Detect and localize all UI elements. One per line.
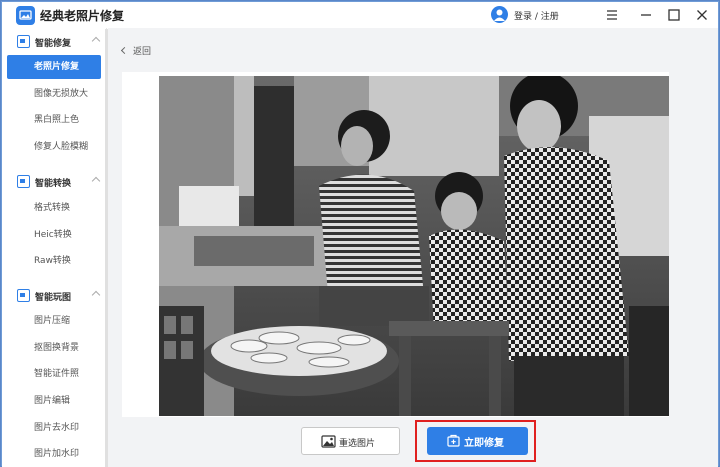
play-group-icon: [17, 289, 30, 302]
app-title: 经典老照片修复: [40, 9, 125, 23]
sidebar-item-colorize[interactable]: 黑白照上色: [7, 108, 101, 132]
sidebar-item-face-blur-repair[interactable]: 修复人脸模糊: [7, 135, 101, 159]
chevron-up-icon: [91, 36, 101, 46]
sidebar-group-label: 智能修复: [35, 39, 72, 49]
sidebar-item-compress[interactable]: 图片压缩: [7, 309, 101, 333]
image-preview-area: [122, 72, 669, 417]
sidebar-item-format-convert[interactable]: 格式转换: [7, 196, 101, 220]
app-window: 经典老照片修复 登录 / 注册 智能修复 老照片修复 图像无损放大 黑白照上色 …: [1, 1, 719, 467]
chevron-up-icon: [91, 176, 101, 186]
close-icon[interactable]: [694, 7, 710, 23]
user-avatar-icon[interactable]: [491, 6, 508, 23]
maximize-icon[interactable]: [666, 7, 682, 23]
repair-icon: [447, 434, 460, 447]
repair-label: 立即修复: [464, 438, 504, 449]
repair-group-icon: [17, 35, 30, 48]
login-register-link[interactable]: 登录 / 注册: [514, 9, 559, 22]
menu-icon[interactable]: [604, 7, 620, 23]
sidebar-item-lossless-upscale[interactable]: 图像无损放大: [7, 82, 101, 106]
sidebar: 智能修复 老照片修复 图像无损放大 黑白照上色 修复人脸模糊 智能转换 格式转换…: [2, 28, 107, 467]
sidebar-item-old-photo-repair[interactable]: 老照片修复: [7, 55, 101, 79]
old-photo-image: [159, 76, 669, 416]
minimize-icon[interactable]: [638, 7, 654, 23]
sidebar-group-label: 智能玩图: [35, 293, 72, 303]
sidebar-item-id-photo[interactable]: 智能证件照: [7, 362, 101, 386]
sidebar-item-heic-convert[interactable]: Heic转换: [7, 223, 101, 247]
chevron-left-icon: [120, 46, 129, 55]
sidebar-item-add-watermark[interactable]: 图片加水印: [7, 442, 101, 466]
sidebar-item-cutout-background[interactable]: 抠图换背景: [7, 336, 101, 360]
sidebar-item-image-edit[interactable]: 图片编辑: [7, 389, 101, 413]
back-link[interactable]: 返回: [120, 44, 152, 57]
back-label: 返回: [133, 47, 152, 57]
chevron-up-icon: [91, 290, 101, 300]
repair-now-button[interactable]: 立即修复: [427, 427, 528, 455]
sidebar-group-label: 智能转换: [35, 179, 72, 189]
sidebar-item-remove-watermark[interactable]: 图片去水印: [7, 416, 101, 440]
sidebar-item-raw-convert[interactable]: Raw转换: [7, 249, 101, 273]
app-logo-icon: [16, 6, 35, 25]
title-bar: 经典老照片修复 登录 / 注册: [2, 2, 718, 28]
sidebar-group-convert[interactable]: 智能转换: [2, 171, 106, 193]
reselect-label: 重选图片: [339, 439, 376, 449]
convert-group-icon: [17, 175, 30, 188]
main-panel: 返回 重选图片 立即修复: [108, 28, 718, 467]
reselect-image-button[interactable]: 重选图片: [301, 427, 400, 455]
image-icon: [321, 435, 336, 448]
sidebar-group-play[interactable]: 智能玩图: [2, 285, 106, 307]
sidebar-group-repair[interactable]: 智能修复: [2, 31, 106, 53]
